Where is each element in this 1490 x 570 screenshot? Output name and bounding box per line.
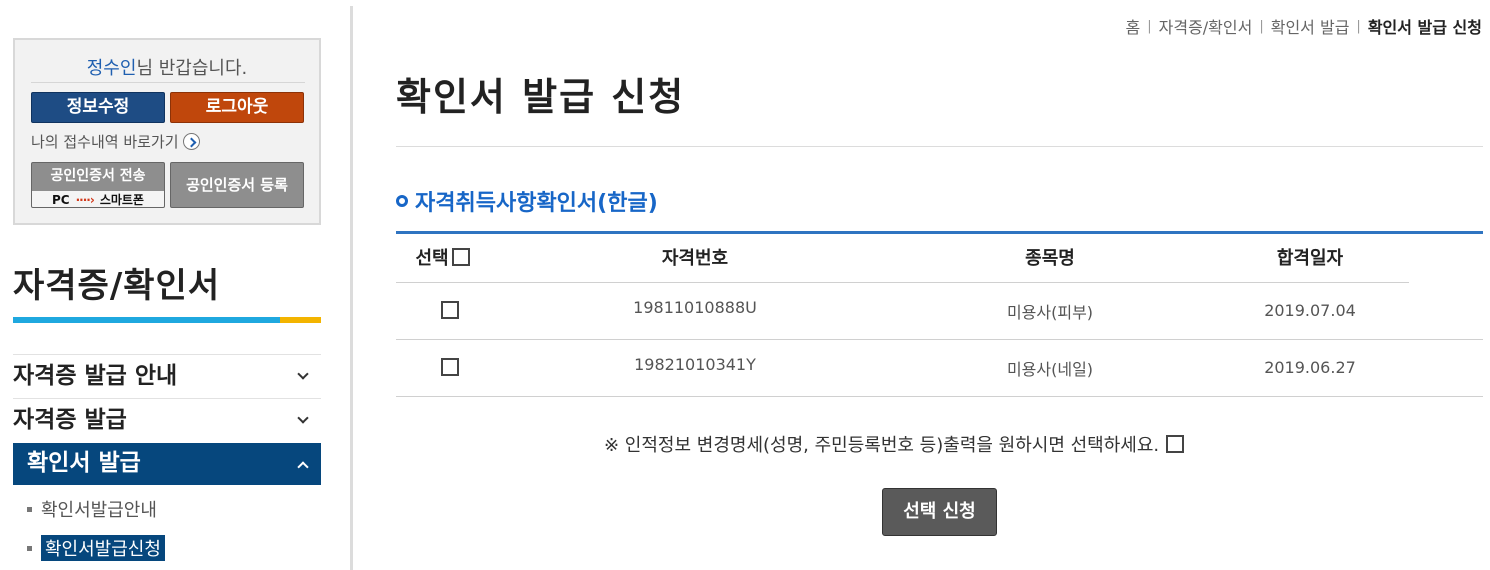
- cert-number: 19811010888U: [633, 298, 757, 317]
- cert-transfer-button[interactable]: 공인인증서 전송 PC ····› 스마트폰: [31, 162, 165, 208]
- sidebar-item-confirm-issue[interactable]: 확인서 발급: [13, 443, 321, 485]
- cert-number: 19821010341Y: [634, 355, 756, 374]
- breadcrumb-item[interactable]: 자격증/확인서: [1159, 14, 1253, 38]
- breadcrumb: 홈 | 자격증/확인서 | 확인서 발급 | 확인서 발급 신청: [1126, 14, 1483, 38]
- section-title: 자격취득사항확인서(한글): [396, 185, 658, 217]
- pass-date: 2019.07.04: [1264, 301, 1356, 320]
- row-divider: [396, 396, 1483, 397]
- page-title: 확인서 발급 신청: [396, 75, 686, 119]
- submenu-item-label: 확인서발급안내: [41, 500, 157, 521]
- header-select: 선택: [405, 244, 480, 270]
- submenu-item-confirm-guide[interactable]: 확인서발급안내: [27, 496, 157, 522]
- my-receipts-link[interactable]: 나의 접수내역 바로가기: [31, 131, 200, 152]
- user-name: 정수인: [86, 58, 137, 79]
- submenu-item-label: 확인서발급신청: [41, 535, 165, 561]
- bullet-square-icon: [27, 545, 32, 551]
- dotted-arrow-right-icon: ····›: [75, 192, 95, 207]
- submenu-item-confirm-apply[interactable]: 확인서발급신청: [27, 535, 165, 561]
- submit-selection-button[interactable]: 선택 신청: [882, 488, 997, 536]
- transfer-to: 스마트폰: [99, 193, 144, 207]
- logout-button[interactable]: 로그아웃: [170, 92, 304, 123]
- chevron-down-icon: [297, 412, 309, 424]
- cert-register-button[interactable]: 공인인증서 등록: [170, 162, 304, 208]
- table-top-border: [396, 231, 1483, 234]
- header-number: 자격번호: [661, 248, 729, 269]
- personal-info-notice: ※ 인적정보 변경명세(성명, 주민등록번호 등)출력을 원하시면 선택하세요.: [604, 431, 1185, 457]
- cert-transfer-direction: PC ····› 스마트폰: [32, 191, 164, 207]
- sidebar-item-label: 자격증 발급: [13, 407, 127, 433]
- notice-text: ※ 인적정보 변경명세(성명, 주민등록번호 등)출력을 원하시면 선택하세요.: [604, 435, 1160, 456]
- circle-arrow-right-icon: [182, 133, 200, 150]
- breadcrumb-separator: |: [1259, 18, 1264, 34]
- cert-name: 미용사(네일): [1006, 360, 1094, 379]
- header-divider: [396, 282, 1409, 283]
- breadcrumb-current: 확인서 발급 신청: [1367, 18, 1482, 37]
- cert-name: 미용사(피부): [1006, 303, 1094, 322]
- personal-info-checkbox[interactable]: [1166, 435, 1185, 453]
- breadcrumb-separator: |: [1147, 18, 1152, 34]
- sidebar-item-label: 자격증 발급 안내: [13, 363, 178, 389]
- row-checkbox[interactable]: [441, 358, 459, 376]
- section-title-text: 자격취득사항확인서(한글): [415, 191, 658, 216]
- title-underline-yellow: [280, 317, 321, 323]
- pass-date: 2019.06.27: [1264, 358, 1356, 377]
- my-receipts-label: 나의 접수내역 바로가기: [31, 133, 179, 151]
- header-name: 종목명: [1025, 248, 1075, 269]
- select-all-checkbox[interactable]: [451, 248, 470, 266]
- sidebar: 정수인님 반갑습니다. 정보수정 로그아웃 나의 접수내역 바로가기 공인인증서…: [0, 0, 352, 570]
- sidebar-title: 자격증/확인서: [13, 266, 221, 306]
- ring-bullet-icon: [396, 195, 408, 207]
- sidebar-item-label: 확인서 발급: [27, 450, 141, 476]
- edit-info-button[interactable]: 정보수정: [31, 92, 165, 123]
- bullet-square-icon: [27, 506, 32, 512]
- sidebar-item-cert-issue[interactable]: 자격증 발급: [13, 398, 321, 442]
- breadcrumb-separator: |: [1356, 18, 1361, 34]
- transfer-from: PC: [52, 192, 70, 207]
- header-date: 합격일자: [1276, 248, 1344, 269]
- greeting-suffix: 님 반갑습니다.: [136, 58, 248, 79]
- sidebar-item-cert-issue-guide[interactable]: 자격증 발급 안내: [13, 354, 321, 398]
- sidebar-divider: [350, 6, 353, 570]
- chevron-down-icon: [297, 368, 309, 380]
- row-divider: [396, 339, 1483, 340]
- welcome-divider: [31, 82, 305, 83]
- cert-transfer-label: 공인인증서 전송: [50, 168, 146, 184]
- welcome-box: 정수인님 반갑습니다. 정보수정 로그아웃 나의 접수내역 바로가기 공인인증서…: [13, 38, 321, 225]
- breadcrumb-home[interactable]: 홈: [1126, 14, 1141, 38]
- header-select-label: 선택: [415, 248, 449, 269]
- title-underline-blue: [13, 317, 280, 323]
- breadcrumb-item[interactable]: 확인서 발급: [1271, 14, 1350, 38]
- welcome-message: 정수인님 반갑습니다.: [15, 54, 319, 80]
- title-divider: [396, 146, 1483, 147]
- chevron-up-icon: [297, 461, 309, 473]
- row-checkbox[interactable]: [441, 301, 459, 319]
